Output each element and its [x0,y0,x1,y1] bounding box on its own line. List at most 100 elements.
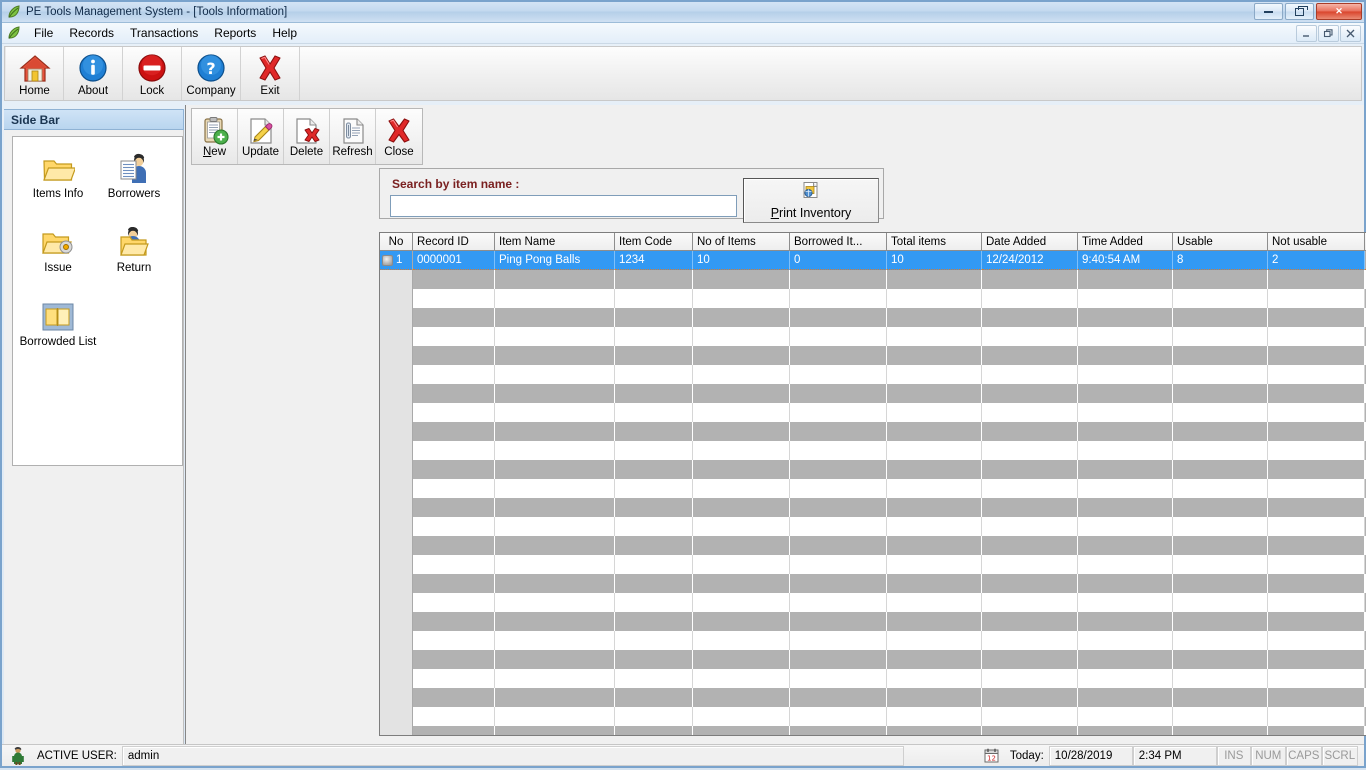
grid-cell-item_name[interactable] [495,441,615,460]
new-button[interactable]: New [192,109,238,164]
grid-cell-usable[interactable] [1173,593,1268,612]
grid-cell-item_name[interactable] [495,536,615,555]
grid-cell-no_of_items[interactable] [693,327,790,346]
grid-cell-usable[interactable] [1173,707,1268,726]
grid-cell-record_id[interactable] [413,384,495,403]
table-row[interactable] [380,289,1366,308]
grid-cell-not_usable[interactable] [1268,688,1365,707]
grid-cell-no[interactable] [380,403,413,422]
grid-cell-not_usable[interactable] [1268,498,1365,517]
grid-cell-date_added[interactable] [982,365,1078,384]
window-restore-button[interactable] [1285,3,1314,20]
grid-cell-borrowed_items[interactable] [790,327,887,346]
grid-cell-usable[interactable] [1173,289,1268,308]
grid-cell-time_added[interactable] [1078,555,1173,574]
grid-cell-time_added[interactable] [1078,403,1173,422]
grid-cell-total_items[interactable] [887,669,982,688]
grid-cell-not_usable[interactable] [1268,365,1365,384]
grid-cell-borrowed_items[interactable] [790,574,887,593]
grid-cell-item_code[interactable] [615,726,693,736]
grid-cell-item_code[interactable] [615,365,693,384]
grid-header-usable[interactable]: Usable [1173,233,1268,251]
grid-cell-date_added[interactable] [982,688,1078,707]
search-input[interactable] [390,195,737,217]
grid-cell-date_added[interactable] [982,327,1078,346]
toolbar-button-home[interactable]: Home [5,47,64,100]
toolbar-button-exit[interactable]: Exit [241,47,300,100]
grid-cell-item_name[interactable] [495,612,615,631]
grid-cell-no[interactable] [380,517,413,536]
grid-cell-date_added[interactable] [982,346,1078,365]
grid-cell-usable[interactable] [1173,308,1268,327]
grid-cell-not_usable[interactable] [1268,650,1365,669]
grid-cell-borrowed_items[interactable] [790,650,887,669]
grid-cell-borrowed_items[interactable] [790,308,887,327]
grid-cell-total_items[interactable] [887,536,982,555]
grid-cell-item_name[interactable] [495,308,615,327]
grid-cell-item_code[interactable] [615,422,693,441]
grid-cell-no[interactable] [380,308,413,327]
grid-cell-no[interactable] [380,574,413,593]
grid-cell-total_items[interactable] [887,479,982,498]
grid-cell-time_added[interactable] [1078,688,1173,707]
print-inventory-button[interactable]: Print Inventory [743,178,879,223]
grid-cell-borrowed_items[interactable] [790,441,887,460]
delete-button[interactable]: Delete [284,109,330,164]
grid-cell-time_added[interactable] [1078,384,1173,403]
grid-cell-time_added[interactable] [1078,441,1173,460]
grid-cell-record_id[interactable] [413,726,495,736]
grid-cell-item_name[interactable] [495,460,615,479]
grid-cell-time_added[interactable] [1078,479,1173,498]
grid-cell-usable[interactable] [1173,270,1268,289]
grid-cell-total_items[interactable] [887,650,982,669]
grid-cell-item_name[interactable] [495,327,615,346]
grid-cell-item_code[interactable] [615,441,693,460]
grid-cell-no_of_items[interactable] [693,536,790,555]
grid-cell-item_name[interactable] [495,631,615,650]
grid-cell-borrowed_items[interactable] [790,555,887,574]
grid-cell-time_added[interactable] [1078,365,1173,384]
grid-cell-record_id[interactable] [413,555,495,574]
grid-cell-item_code[interactable] [615,536,693,555]
grid-cell-usable[interactable] [1173,422,1268,441]
grid-header-no_of_items[interactable]: No of Items [693,233,790,251]
grid-cell-borrowed_items[interactable] [790,479,887,498]
grid-cell-no_of_items[interactable] [693,384,790,403]
grid-cell-total_items[interactable] [887,384,982,403]
grid-cell-not_usable[interactable] [1268,612,1365,631]
grid-cell-total_items[interactable] [887,631,982,650]
grid-cell-record_id[interactable] [413,688,495,707]
grid-cell-not_usable[interactable] [1268,346,1365,365]
grid-cell-no[interactable] [380,631,413,650]
grid-cell-date_added[interactable] [982,422,1078,441]
grid-cell-no[interactable] [380,498,413,517]
grid-cell-borrowed_items[interactable] [790,498,887,517]
grid-cell-date_added[interactable] [982,517,1078,536]
grid-cell-date_added[interactable] [982,498,1078,517]
grid-cell-item_code[interactable] [615,498,693,517]
grid-cell-no[interactable] [380,479,413,498]
grid-cell-usable[interactable] [1173,498,1268,517]
grid-cell-usable[interactable] [1173,441,1268,460]
grid-cell-no_of_items[interactable] [693,574,790,593]
grid-cell-record_id[interactable] [413,498,495,517]
grid-header-time_added[interactable]: Time Added [1078,233,1173,251]
grid-cell-no[interactable] [380,726,413,736]
row-selector-marker[interactable] [382,255,393,266]
grid-cell-time_added[interactable] [1078,650,1173,669]
grid-cell-item_code[interactable] [615,688,693,707]
grid-cell-item_name[interactable] [495,650,615,669]
grid-cell-no[interactable] [380,536,413,555]
table-row[interactable] [380,707,1366,726]
grid-cell-no[interactable] [380,555,413,574]
grid-cell-not_usable[interactable] [1268,308,1365,327]
grid-cell-record_id[interactable] [413,517,495,536]
grid-header-record_id[interactable]: Record ID [413,233,495,251]
grid-cell-date_added[interactable] [982,555,1078,574]
grid-cell-date_added[interactable] [982,593,1078,612]
grid-cell-record_id[interactable] [413,593,495,612]
grid-cell-no_of_items[interactable] [693,460,790,479]
grid-cell-total_items[interactable] [887,308,982,327]
grid-cell-item_name[interactable] [495,688,615,707]
window-minimize-button[interactable] [1254,3,1283,20]
